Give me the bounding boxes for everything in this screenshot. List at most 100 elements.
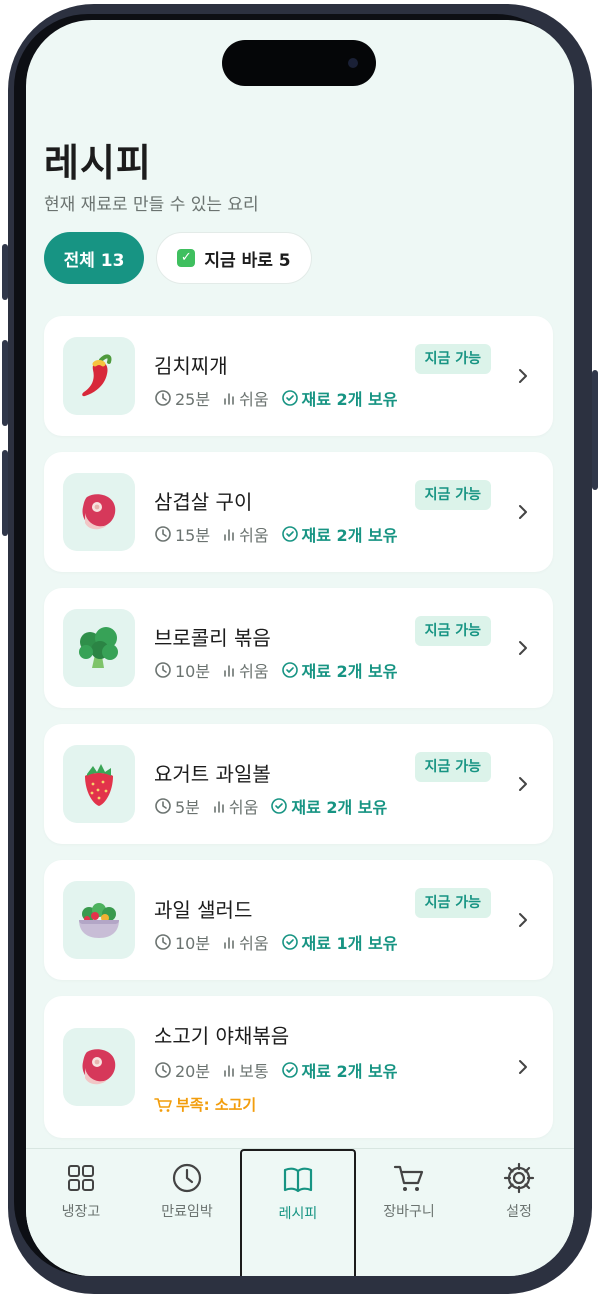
cook-time: 25분 [154,386,210,410]
recipe-card[interactable]: 김치찌개 25분 쉬움 재료 2개 보유 지금 가능 [44,316,553,436]
recipe-name: 삼겹살 구이 [154,490,253,514]
check-circle-icon [281,390,298,406]
tab-fridge[interactable]: 냉장고 [26,1149,136,1276]
filter-now-label: 지금 바로 5 [204,250,291,271]
ingredients-owned-value: 재료 2개 보유 [301,526,398,545]
volume-up-button [2,340,8,426]
clock-icon [155,526,171,542]
difficulty: 보통 [222,1058,269,1082]
recipe-name: 김치찌개 [154,354,228,378]
page-title: 레시피 [44,141,152,185]
volume-down-button [2,450,8,536]
cook-time-value: 10분 [175,934,211,953]
missing-ingredients-label: 부족: 소고기 [176,1096,257,1114]
recipe-meta: 10분 쉬움 재료 2개 보유 [154,658,409,682]
recipe-card[interactable]: 과일 샐러드 10분 쉬움 재료 1개 보유 지금 가능 [44,860,553,980]
recipe-meta: 10분 쉬움 재료 1개 보유 [154,930,409,954]
status-badge: 지금 가능 [414,752,491,782]
check-circle-icon [281,526,298,542]
tab-settings[interactable]: 설정 [464,1149,574,1276]
difficulty: 쉬움 [212,794,258,818]
bar-chart-icon [224,393,234,405]
recipe-list: 김치찌개 25분 쉬움 재료 2개 보유 지금 가능 삼겹살 구이 15분 쉬움… [44,316,553,1154]
recipe-thumbnail [63,1028,135,1106]
status-badge: 지금 가능 [414,480,491,510]
recipe-thumbnail [63,473,135,551]
bar-chart-icon [224,937,234,949]
ingredients-owned-value: 재료 2개 보유 [291,798,388,817]
ingredients-owned-value: 재료 2개 보유 [301,662,398,681]
chevron-right-icon [519,777,527,791]
tab-settings-label: 설정 [506,1204,532,1220]
ingredients-owned: 재료 1개 보유 [281,930,398,954]
tab-cart[interactable]: 장바구니 [354,1149,464,1276]
tab-recipes-label: 레시피 [278,1206,318,1222]
recipe-meta: 25분 쉬움 재료 2개 보유 [154,386,409,410]
screen: 레시피 현재 재료로 만들 수 있는 요리 전체 13 ✓ 지금 바로 5 김치… [26,20,574,1276]
cook-time: 20분 [154,1058,210,1082]
book-icon [283,1167,313,1193]
recipe-name: 소고기 야채볶음 [154,1024,290,1048]
clock-icon [155,662,171,678]
chevron-right-icon [519,1060,527,1074]
chevron-right-icon [519,913,527,927]
cook-time-value: 15분 [175,526,211,545]
cook-time-value: 5분 [175,798,200,817]
cook-time-value: 10분 [175,662,211,681]
cart-icon [393,1165,424,1191]
status-badge: 지금 가능 [414,616,491,646]
bar-chart-icon [224,1065,234,1077]
tab-expiring-label: 만료임박 [161,1204,213,1220]
ingredients-owned: 재료 2개 보유 [281,522,398,546]
clock-icon [155,934,171,950]
recipe-card[interactable]: 소고기 야채볶음 20분 보통 재료 2개 보유 부족: 소고기 [44,996,553,1138]
chevron-right-icon [519,641,527,655]
check-circle-icon [281,662,298,678]
checkbox-icon: ✓ [177,249,196,267]
recipe-name: 요거트 과일볼 [154,762,271,786]
recipe-card[interactable]: 삼겹살 구이 15분 쉬움 재료 2개 보유 지금 가능 [44,452,553,572]
tab-recipes[interactable]: 레시피 [240,1149,356,1276]
check-circle-icon [281,934,298,950]
difficulty-value: 쉬움 [239,526,269,545]
ingredients-owned-value: 재료 2개 보유 [301,1062,398,1081]
strawberry-icon [85,764,113,806]
clock-icon [155,798,171,814]
meat-icon [82,494,116,530]
camera-icon [348,58,358,68]
chevron-right-icon [519,369,527,383]
page-subtitle: 현재 재료로 만들 수 있는 요리 [44,195,259,215]
difficulty-value: 보통 [239,1062,269,1081]
filter-all-chip[interactable]: 전체 13 [44,232,144,284]
chevron-right-icon [519,505,527,519]
status-badge: 지금 가능 [414,344,491,374]
cook-time: 10분 [154,658,210,682]
cook-time: 5분 [154,794,200,818]
clock-icon [155,1062,171,1078]
clock-icon [155,390,171,406]
recipe-name: 브로콜리 볶음 [154,626,271,650]
recipe-card[interactable]: 요거트 과일볼 5분 쉬움 재료 2개 보유 지금 가능 [44,724,553,844]
tab-expiring[interactable]: 만료임박 [132,1149,242,1276]
filter-now-chip[interactable]: ✓ 지금 바로 5 [156,232,312,284]
bottom-tab-bar: 냉장고 만료임박 레시피 장바구니 설정 [26,1148,574,1276]
power-button [592,370,598,490]
ingredients-owned: 재료 2개 보유 [281,1058,398,1082]
cook-time-value: 20분 [175,1062,211,1081]
broccoli-icon [79,627,118,668]
difficulty: 쉬움 [222,386,269,410]
cook-time: 15분 [154,522,210,546]
recipe-name: 과일 샐러드 [154,898,253,922]
difficulty: 쉬움 [222,658,269,682]
missing-ingredients: 부족: 소고기 [154,1094,256,1115]
bar-chart-icon [214,801,224,813]
cook-time: 10분 [154,930,210,954]
check-circle-icon [281,1062,298,1078]
ingredients-owned-value: 재료 1개 보유 [301,934,398,953]
check-circle-icon [271,798,288,814]
recipe-meta: 20분 보통 재료 2개 보유 [154,1058,409,1082]
difficulty-value: 쉬움 [239,662,269,681]
recipe-thumbnail [63,745,135,823]
recipe-card[interactable]: 브로콜리 볶음 10분 쉬움 재료 2개 보유 지금 가능 [44,588,553,708]
action-button [2,244,8,300]
